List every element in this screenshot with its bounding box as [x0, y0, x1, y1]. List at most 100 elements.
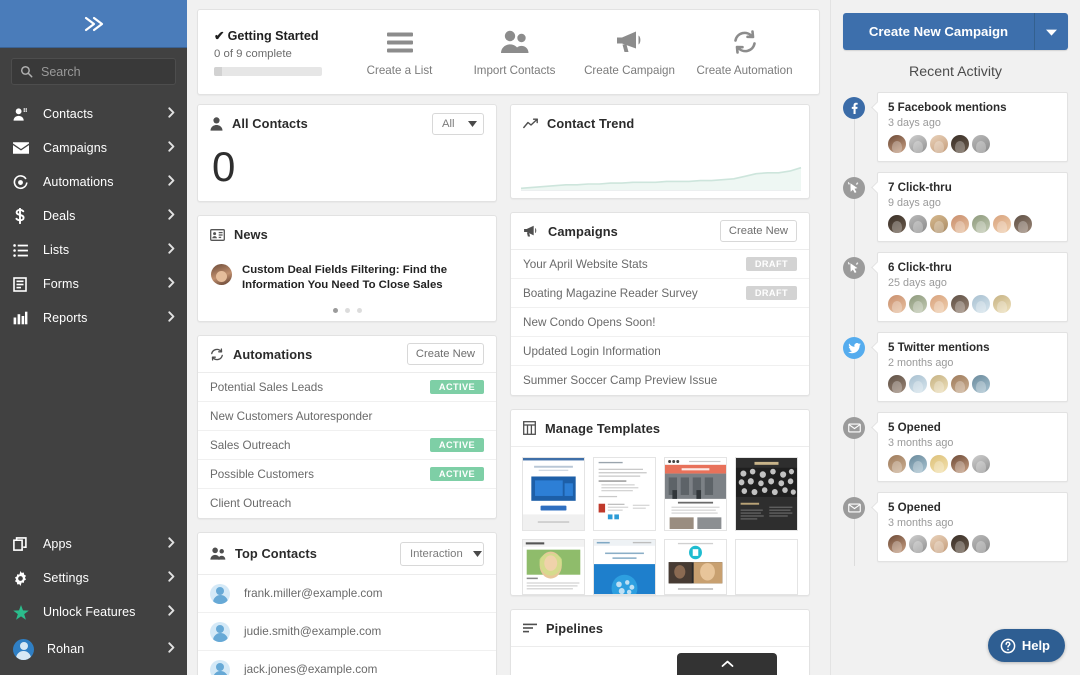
- activity-item[interactable]: 5 Facebook mentions 3 days ago: [843, 92, 1068, 162]
- activity-title: 5 Twitter mentions: [888, 341, 990, 354]
- pipelines-header: Pipelines: [511, 610, 809, 647]
- contact-avatar: [888, 455, 906, 473]
- template-thumbnail[interactable]: [522, 539, 585, 595]
- template-thumbnail[interactable]: [522, 457, 585, 531]
- sidebar-item-settings[interactable]: Settings: [0, 561, 187, 595]
- create-automation-step[interactable]: Create Automation: [687, 27, 802, 77]
- activity-title: 5 Facebook mentions: [888, 101, 1007, 114]
- activity-time: 9 days ago: [888, 197, 941, 209]
- sidebar-item-forms[interactable]: Forms: [0, 267, 187, 301]
- help-button[interactable]: Help: [987, 629, 1065, 662]
- automation-row[interactable]: Potential Sales Leads ACTIVE: [198, 373, 496, 403]
- dashboard-columns: All Contacts All 0 News Custom Deal Fiel…: [197, 104, 820, 675]
- template-grid-icon: [523, 421, 536, 435]
- sidebar-item-label: Automations: [43, 175, 114, 189]
- sidebar-item-lists[interactable]: Lists: [0, 233, 187, 267]
- news-item[interactable]: Custom Deal Fields Filtering: Find the I…: [198, 253, 496, 299]
- automation-target-icon: [13, 174, 35, 190]
- card-title: Manage Templates: [545, 420, 661, 436]
- sidebar-logo[interactable]: [0, 0, 187, 48]
- activity-avatars: [888, 215, 1058, 233]
- dollar-icon: [13, 208, 35, 224]
- activity-item[interactable]: 5 Twitter mentions 2 months ago: [843, 332, 1068, 402]
- chevron-right-icon: [168, 605, 175, 619]
- create-new-automation-button[interactable]: Create New: [406, 343, 484, 366]
- campaign-row[interactable]: Updated Login Information: [511, 337, 809, 366]
- contact-avatar: [930, 375, 948, 393]
- automations-header-right: Create New: [406, 343, 484, 366]
- automation-name: New Customers Autoresponder: [210, 409, 373, 423]
- search-input[interactable]: [41, 64, 167, 79]
- contact-avatar: [930, 455, 948, 473]
- contact-avatar: [951, 295, 969, 313]
- chevron-right-icon: [168, 243, 175, 257]
- template-thumbnail[interactable]: [735, 457, 798, 531]
- bottom-tray-toggle[interactable]: [677, 653, 777, 675]
- contact-avatar: [972, 375, 990, 393]
- all-contacts-body: 0: [198, 142, 496, 201]
- left-column: All Contacts All 0 News Custom Deal Fiel…: [197, 104, 497, 675]
- top-contacts-header: Top Contacts Interaction: [198, 533, 496, 576]
- contact-avatar: [909, 135, 927, 153]
- carousel-dot[interactable]: [356, 308, 362, 314]
- automation-row[interactable]: Client Outreach: [198, 489, 496, 518]
- sidebar-item-contacts[interactable]: Contacts: [0, 97, 187, 131]
- carousel-dot[interactable]: [344, 308, 350, 314]
- double-chevron-right-logo: [80, 14, 108, 34]
- sidebar-item-unlock-features[interactable]: Unlock Features: [0, 595, 187, 629]
- create-new-campaign-button[interactable]: Create New Campaign: [843, 13, 1034, 50]
- automation-row[interactable]: New Customers Autoresponder: [198, 402, 496, 432]
- campaign-row[interactable]: Summer Soccer Camp Preview Issue: [511, 366, 809, 395]
- activity-item[interactable]: 6 Click-thru 25 days ago: [843, 252, 1068, 322]
- contact-avatar: [909, 535, 927, 553]
- contacts-filter-select[interactable]: All: [432, 112, 484, 135]
- envelope-icon: [843, 497, 865, 519]
- automation-row[interactable]: Sales Outreach ACTIVE: [198, 431, 496, 461]
- contact-row[interactable]: judie.smith@example.com: [198, 613, 496, 652]
- top-contacts-filter-select[interactable]: Interaction: [400, 541, 484, 566]
- import-contacts-step[interactable]: Import Contacts: [457, 27, 572, 77]
- template-thumbnail[interactable]: [664, 457, 727, 531]
- author-avatar: [211, 264, 232, 285]
- twitter-icon: [843, 337, 865, 359]
- create-new-campaign-button-inline[interactable]: Create New: [719, 220, 797, 242]
- overflow-step[interactable]: C: [802, 42, 819, 62]
- sidebar-item-campaigns[interactable]: Campaigns: [0, 131, 187, 165]
- avatar: [210, 583, 230, 604]
- template-thumbnail[interactable]: [735, 539, 798, 595]
- activity-item[interactable]: 5 Opened 3 months ago: [843, 492, 1068, 562]
- trend-line-icon: [523, 118, 538, 129]
- news-carousel-dots[interactable]: [198, 299, 496, 321]
- manage-templates-header: Manage Templates: [511, 410, 809, 447]
- search-box[interactable]: [11, 58, 176, 85]
- sidebar-item-reports[interactable]: Reports: [0, 301, 187, 335]
- two-people-icon: [500, 27, 530, 57]
- campaign-row[interactable]: New Condo Opens Soon!: [511, 308, 809, 337]
- contact-avatar: [951, 455, 969, 473]
- templates-grid-row-2: [511, 531, 809, 595]
- chevron-right-icon: [168, 209, 175, 223]
- activity-time: 2 months ago: [888, 357, 954, 369]
- sidebar-item-user[interactable]: Rohan: [0, 629, 187, 669]
- click-icon: [843, 257, 865, 279]
- create-a-list-step[interactable]: Create a List: [342, 27, 457, 77]
- template-thumbnail[interactable]: [593, 539, 656, 595]
- activity-item[interactable]: 5 Opened 3 months ago: [843, 412, 1068, 482]
- sidebar-item-apps[interactable]: Apps: [0, 527, 187, 561]
- template-thumbnail[interactable]: [593, 457, 656, 531]
- activity-title: 7 Click-thru: [888, 181, 952, 194]
- activity-item[interactable]: 7 Click-thru 9 days ago: [843, 172, 1068, 242]
- sidebar-item-deals[interactable]: Deals: [0, 199, 187, 233]
- create-campaign-dropdown-button[interactable]: [1034, 13, 1068, 50]
- contact-row[interactable]: jack.jones@example.com: [198, 651, 496, 675]
- campaign-row[interactable]: Your April Website Stats DRAFT: [511, 250, 809, 279]
- activity-card: 5 Opened 3 months ago: [877, 492, 1068, 562]
- template-thumbnail[interactable]: [664, 539, 727, 595]
- carousel-dot[interactable]: [332, 308, 338, 314]
- create-campaign-step[interactable]: Create Campaign: [572, 27, 687, 77]
- campaigns-card: Campaigns Create New Your April Website …: [510, 212, 810, 396]
- automation-row[interactable]: Possible Customers ACTIVE: [198, 460, 496, 490]
- contact-row[interactable]: frank.miller@example.com: [198, 575, 496, 614]
- campaign-row[interactable]: Boating Magazine Reader Survey DRAFT: [511, 279, 809, 308]
- sidebar-item-automations[interactable]: Automations: [0, 165, 187, 199]
